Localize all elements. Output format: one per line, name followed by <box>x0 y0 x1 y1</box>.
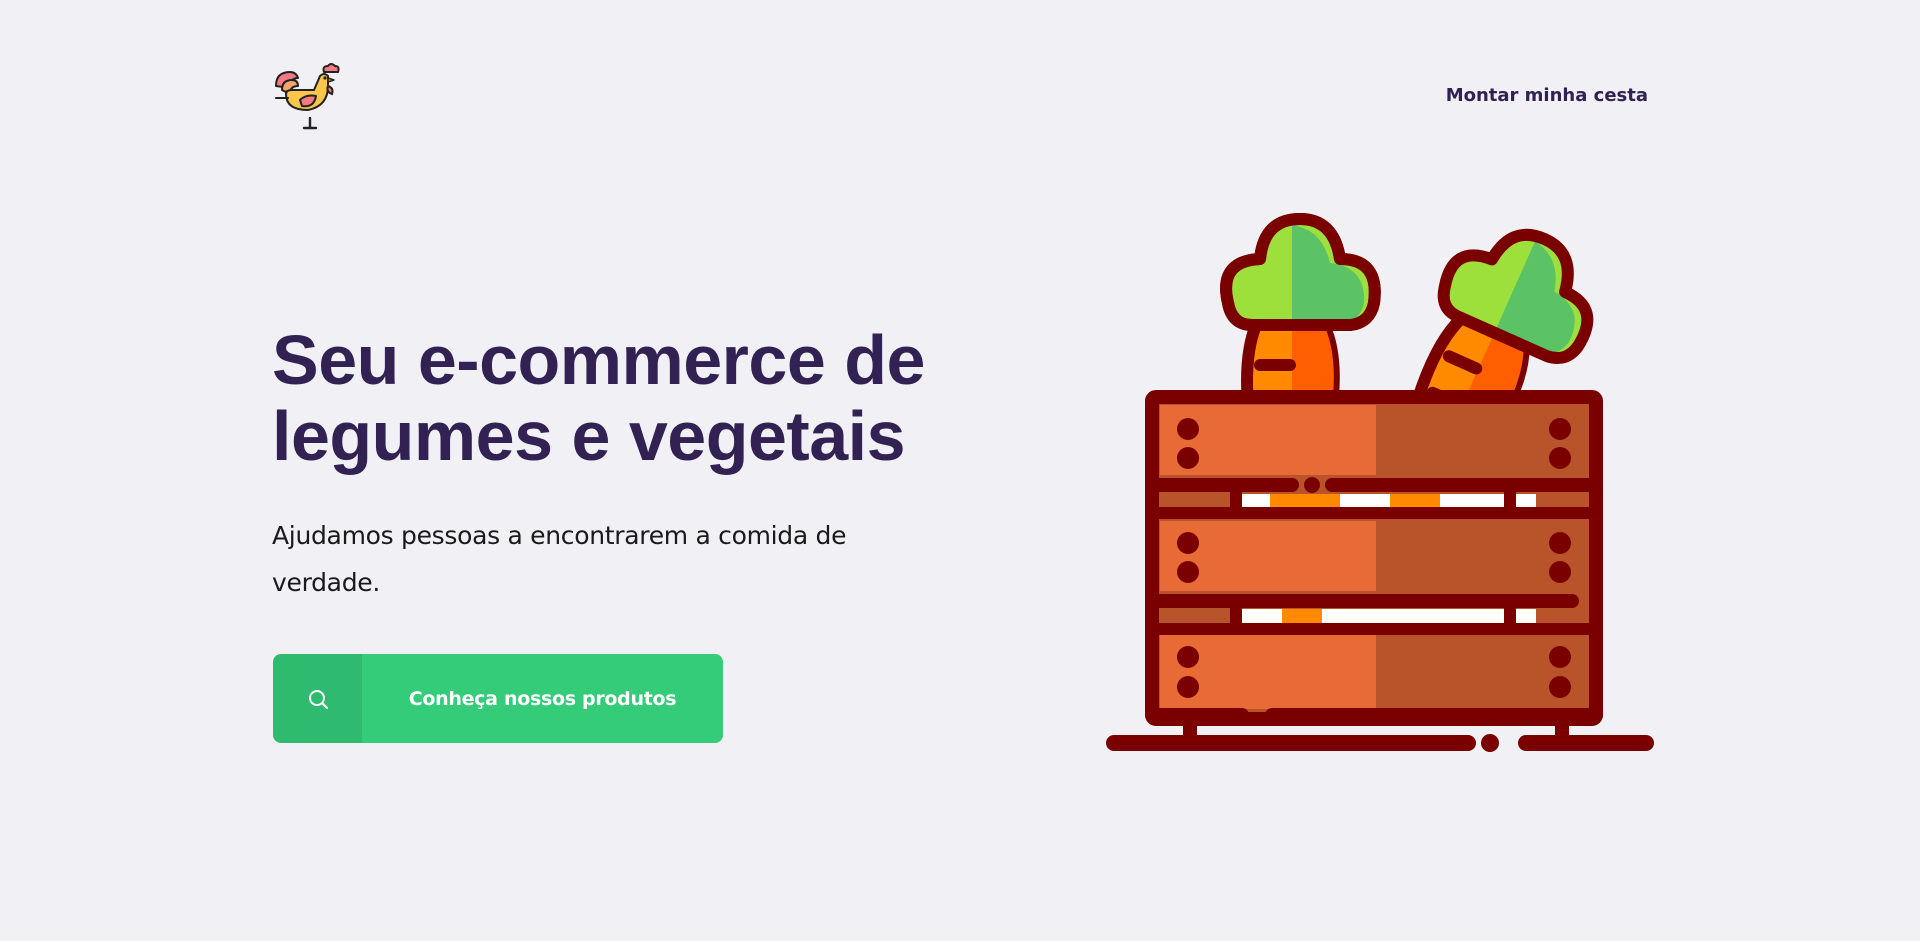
search-icon <box>273 654 362 743</box>
hero-title-line-1: Seu e-commerce de <box>272 321 925 399</box>
build-basket-link[interactable]: Montar minha cesta <box>1446 85 1648 106</box>
view-products-button[interactable]: Conheça nossos produtos <box>273 654 723 743</box>
hero-title: Seu e-commerce de legumes e vegetais <box>272 322 972 474</box>
view-products-label: Conheça nossos produtos <box>408 687 677 710</box>
hero-title-line-2: legumes e vegetais <box>272 397 906 475</box>
header: Montar minha cesta <box>272 60 1648 130</box>
carrot-crate-icon <box>1106 213 1654 752</box>
crate-planks <box>1160 405 1588 709</box>
hero-subtitle: Ajudamos pessoas a encontrarem a comida … <box>272 521 847 597</box>
rooster-icon[interactable] <box>272 60 342 130</box>
